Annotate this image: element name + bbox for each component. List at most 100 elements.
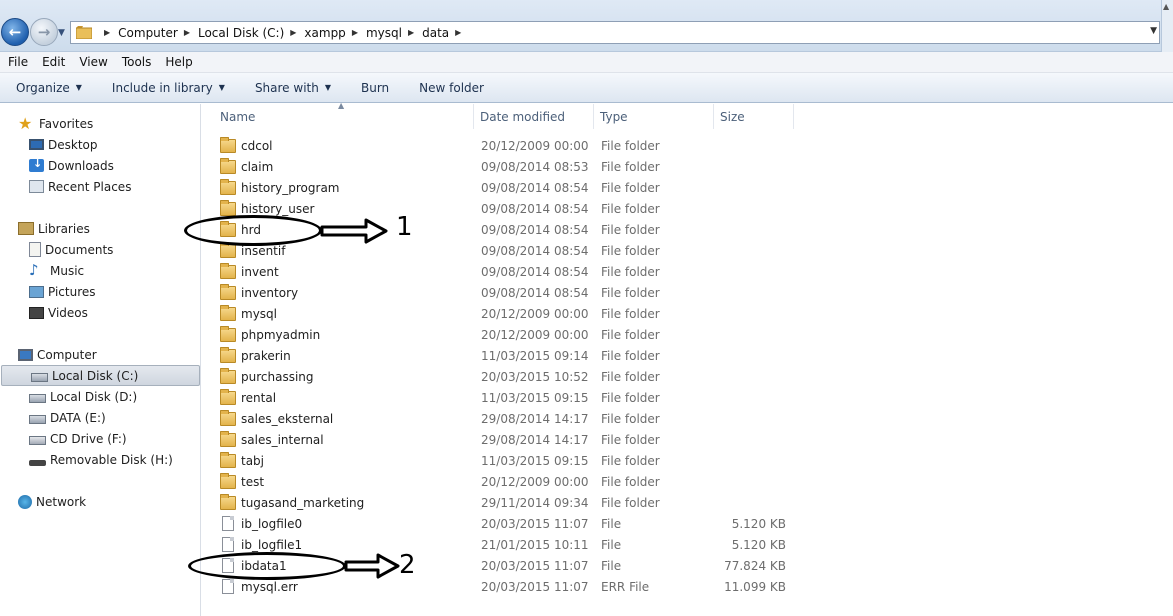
desktop-icon <box>29 139 44 150</box>
videos-icon <box>29 306 44 319</box>
menu-edit[interactable]: Edit <box>42 55 65 69</box>
table-row[interactable]: tugasand_marketing 29/11/2014 09:34 File f… <box>202 492 1173 513</box>
nav-local-disk-d[interactable]: Local Disk (D:) <box>0 386 201 407</box>
caret-down-icon: ▼ <box>75 83 82 92</box>
table-row[interactable]: test 20/12/2009 00:00 File folder <box>202 471 1173 492</box>
nav-videos[interactable]: Videos <box>0 302 201 323</box>
organize-button[interactable]: Organize ▼ <box>16 81 82 95</box>
name-cell: tugasand_marketing <box>202 493 474 510</box>
breadcrumb-data[interactable]: data ▶ <box>422 26 469 40</box>
table-row[interactable]: ib_logfile1 21/01/2015 10:11 File 5.120 KB <box>202 534 1173 555</box>
name-cell: prakerin <box>202 346 474 363</box>
menu-view[interactable]: View <box>79 55 107 69</box>
command-toolbar: Organize ▼ Include in library ▼ Share wi… <box>0 73 1173 103</box>
back-button[interactable]: ← <box>1 18 29 46</box>
name-cell: cdcol <box>202 136 474 153</box>
date-modified-cell: 09/08/2014 08:54 <box>481 243 589 258</box>
name-cell: invent <box>202 262 474 279</box>
type-cell: File folder <box>601 348 660 363</box>
nav-local-disk-c[interactable]: Local Disk (C:) <box>1 365 200 386</box>
burn-button[interactable]: Burn <box>361 81 389 95</box>
nav-desktop[interactable]: Desktop <box>0 134 201 155</box>
date-modified-cell: 29/08/2014 14:17 <box>481 411 589 426</box>
table-row[interactable]: tabj 11/03/2015 09:15 File folder <box>202 450 1173 471</box>
date-modified-cell: 20/03/2015 11:07 <box>481 579 589 594</box>
name-cell: history_user <box>202 199 474 216</box>
table-row[interactable]: invent 09/08/2014 08:54 File folder <box>202 261 1173 282</box>
menu-file[interactable]: File <box>8 55 28 69</box>
address-history-dropdown[interactable]: ▼ <box>1150 26 1157 36</box>
recent-pages-dropdown[interactable]: ▼ <box>58 28 65 38</box>
name-cell: inventory <box>202 283 474 300</box>
table-row[interactable]: purchassing 20/03/2015 10:52 File folder <box>202 366 1173 387</box>
nav-pictures[interactable]: Pictures <box>0 281 201 302</box>
type-cell: File folder <box>601 159 660 174</box>
menu-help[interactable]: Help <box>165 55 192 69</box>
folder-icon <box>220 346 236 363</box>
folder-icon <box>220 283 236 300</box>
name-cell: tabj <box>202 451 474 468</box>
nav-data-e[interactable]: DATA (E:) <box>0 407 201 428</box>
table-row[interactable]: sales_internal 29/08/2014 14:17 File folde… <box>202 429 1173 450</box>
breadcrumb-mysql[interactable]: mysql ▶ <box>366 26 422 40</box>
breadcrumb-computer[interactable]: Computer ▶ <box>118 26 198 40</box>
table-row[interactable]: claim 09/08/2014 08:53 File folder <box>202 156 1173 177</box>
column-type[interactable]: Type <box>594 104 714 129</box>
chevron-right-icon: ▶ <box>407 28 415 37</box>
column-date-modified[interactable]: Date modified <box>474 104 594 129</box>
nav-network[interactable]: Network <box>0 491 201 512</box>
breadcrumb-root-arrow[interactable]: ▶ <box>98 28 118 37</box>
nav-label: Recent Places <box>48 179 132 194</box>
breadcrumb-xampp[interactable]: xampp ▶ <box>304 26 366 40</box>
column-size[interactable]: Size <box>714 104 794 129</box>
address-bar[interactable]: ▶ Computer ▶ Local Disk (C:) ▶ xampp ▶ m… <box>70 21 1160 44</box>
cd-drive-icon <box>29 436 46 445</box>
folder-icon <box>220 451 236 468</box>
table-row[interactable]: prakerin 11/03/2015 09:14 File folder <box>202 345 1173 366</box>
type-cell: File folder <box>601 222 660 237</box>
sort-ascending-icon: ▲ <box>338 101 345 110</box>
type-cell: File folder <box>601 264 660 279</box>
column-type-label: Type <box>600 109 628 124</box>
chevron-right-icon: ▶ <box>104 28 111 37</box>
menu-tools[interactable]: Tools <box>122 55 152 69</box>
nav-music[interactable]: ♪ Music <box>0 260 201 281</box>
new-folder-button[interactable]: New folder <box>419 81 484 95</box>
type-cell: ERR File <box>601 579 650 594</box>
table-row[interactable]: phpmyadmin 20/12/2009 00:00 File folder <box>202 324 1173 345</box>
nav-cd-drive-f[interactable]: CD Drive (F:) <box>0 428 201 449</box>
name-cell: sales_eksternal <box>202 409 474 426</box>
scroll-up-button[interactable] <box>1161 0 1173 52</box>
nav-removable-disk-h[interactable]: Removable Disk (H:) <box>0 449 201 470</box>
table-row[interactable]: cdcol 20/12/2009 00:00 File folder <box>202 135 1173 156</box>
nav-favorites[interactable]: ★ Favorites <box>0 113 201 134</box>
include-in-library-button[interactable]: Include in library ▼ <box>112 81 225 95</box>
folder-icon <box>220 430 236 447</box>
name-cell: mysql <box>202 304 474 321</box>
forward-button[interactable]: → <box>30 18 58 46</box>
nav-recent-places[interactable]: Recent Places <box>0 176 201 197</box>
size-cell: 77.824 KB <box>724 558 786 573</box>
table-row[interactable]: ib_logfile0 20/03/2015 11:07 File 5.120 KB <box>202 513 1173 534</box>
nav-downloads[interactable]: Downloads <box>0 155 201 176</box>
table-row[interactable]: history_program 09/08/2014 08:54 File fold… <box>202 177 1173 198</box>
table-row[interactable]: inventory 09/08/2014 08:54 File folder <box>202 282 1173 303</box>
table-row[interactable]: sales_eksternal 29/08/2014 14:17 File fold… <box>202 408 1173 429</box>
breadcrumb-local-disk[interactable]: Local Disk (C:) ▶ <box>198 26 304 40</box>
nav-label: Libraries <box>38 221 90 236</box>
file-name: ib_logfile1 <box>241 537 303 552</box>
nav-label: Computer <box>37 347 97 362</box>
folder-icon <box>220 262 236 279</box>
hard-drive-icon <box>29 415 46 424</box>
nav-libraries[interactable]: Libraries <box>0 218 201 239</box>
nav-documents[interactable]: Documents <box>0 239 201 260</box>
table-row[interactable]: mysql 20/12/2009 00:00 File folder <box>202 303 1173 324</box>
share-with-button[interactable]: Share with ▼ <box>255 81 331 95</box>
table-row[interactable]: history_user 09/08/2014 08:54 File folder <box>202 198 1173 219</box>
date-modified-cell: 20/12/2009 00:00 <box>481 327 589 342</box>
nav-computer[interactable]: Computer <box>0 344 201 365</box>
column-name[interactable]: ▲ Name <box>202 101 474 129</box>
table-row[interactable]: rental 11/03/2015 09:15 File folder <box>202 387 1173 408</box>
table-row[interactable]: mysql.err 20/03/2015 11:07 ERR File 11.099 … <box>202 576 1173 597</box>
nav-label: Documents <box>45 242 114 257</box>
